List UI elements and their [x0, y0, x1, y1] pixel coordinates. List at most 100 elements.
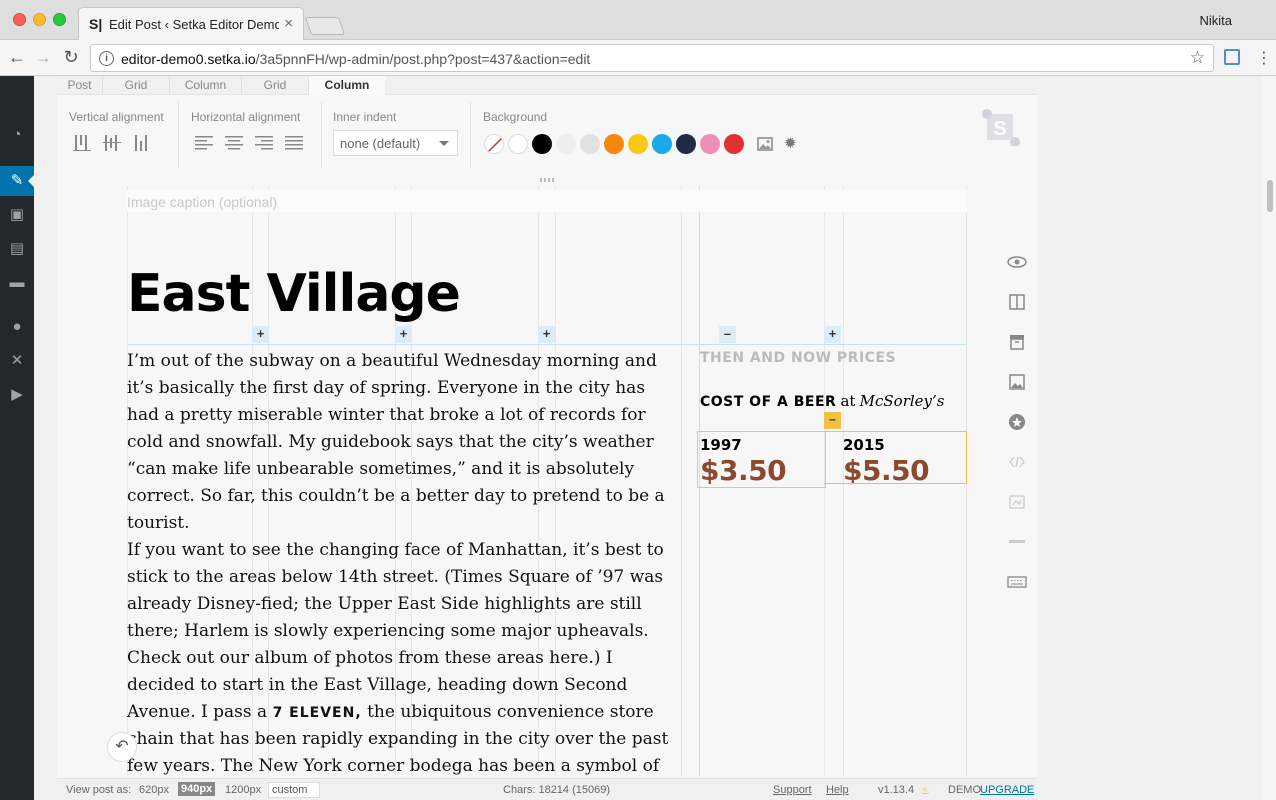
no-color-slash-icon: [487, 137, 503, 153]
align-top-icon[interactable]: [73, 134, 91, 152]
swatch-pink[interactable]: [700, 134, 720, 154]
dashboard-icon[interactable]: ◔: [0, 120, 34, 150]
extension-icon[interactable]: [1224, 49, 1240, 65]
remove-column-button[interactable]: –: [719, 326, 736, 343]
inner-indent-label: Inner indent: [333, 110, 397, 124]
swatch-orange[interactable]: [604, 134, 624, 154]
new-tab-button[interactable]: [304, 17, 346, 35]
toolbar-resize-grip-icon[interactable]: [540, 178, 554, 182]
size-620-button[interactable]: 620px: [139, 784, 169, 796]
beer-cost-label: COST OF A BEER: [700, 394, 837, 410]
swatch-navy[interactable]: [676, 134, 696, 154]
add-column-button[interactable]: +: [538, 326, 555, 343]
minimize-window-button[interactable]: [33, 13, 46, 26]
star-badge-icon[interactable]: [1005, 412, 1029, 432]
selected-column-outline: [697, 431, 826, 488]
media-icon[interactable]: ▣: [0, 200, 34, 230]
scrollbar-thumb[interactable]: [1267, 180, 1273, 212]
tab-close-icon[interactable]: ×: [284, 15, 293, 32]
page-title[interactable]: East Village: [127, 264, 461, 324]
settings-gear-icon[interactable]: ✹: [784, 134, 797, 152]
swatch-light-gray[interactable]: [556, 134, 576, 154]
swatch-black[interactable]: [532, 134, 552, 154]
url-text: editor-demo0.setka.io/3a5pnnFH/wp-admin/…: [121, 51, 590, 67]
help-link[interactable]: Help: [826, 784, 849, 796]
align-right-icon[interactable]: [255, 134, 273, 152]
archive-box-icon[interactable]: [1005, 332, 1029, 352]
wp-admin-sidebar: ◔ ✎ ▣ ▤ ▬ ● ✕ ▶: [0, 76, 34, 800]
size-1200-button[interactable]: 1200px: [225, 784, 261, 796]
align-justify-icon[interactable]: [285, 134, 303, 152]
users-icon[interactable]: ●: [0, 312, 34, 342]
browser-tab-bar: S| Edit Post ‹ Setka Editor Demo × Nikit…: [0, 0, 1276, 40]
grid-top-line: [127, 344, 967, 345]
play-icon[interactable]: ▶: [0, 380, 34, 410]
grid-guide: [681, 186, 682, 776]
divider: [470, 102, 471, 168]
svg-text:S: S: [993, 118, 1006, 140]
upgrade-link[interactable]: UPGRADE: [980, 784, 1034, 796]
setka-favicon-icon: S|: [89, 16, 103, 32]
page-scrollbar[interactable]: [1262, 76, 1276, 800]
swatch-gray[interactable]: [580, 134, 600, 154]
paragraph[interactable]: I’m out of the subway on a beautiful Wed…: [127, 348, 675, 537]
support-link[interactable]: Support: [773, 784, 812, 796]
size-940-button[interactable]: 940px: [178, 782, 216, 796]
version-label: v1.13.4: [878, 784, 915, 796]
align-bottom-icon[interactable]: [133, 134, 151, 152]
hover-column-outline: [824, 431, 967, 484]
browser-menu-icon[interactable]: ⋮: [1256, 48, 1272, 68]
swatch-yellow[interactable]: [628, 134, 648, 154]
grid-columns-icon[interactable]: [1005, 292, 1029, 312]
breadcrumb-column[interactable]: Column: [170, 76, 242, 95]
site-info-icon[interactable]: i: [99, 51, 114, 66]
vertical-alignment-label: Vertical alignment: [69, 110, 164, 124]
browser-tab[interactable]: S| Edit Post ‹ Setka Editor Demo ×: [78, 7, 304, 40]
background-image-icon[interactable]: [757, 136, 773, 152]
add-column-button[interactable]: +: [252, 326, 269, 343]
forward-arrow-icon[interactable]: →: [32, 47, 54, 68]
add-column-button[interactable]: +: [824, 326, 841, 343]
divider-line-icon[interactable]: [1005, 532, 1029, 552]
breadcrumb-column-current[interactable]: Column: [309, 76, 385, 95]
breadcrumb-grid[interactable]: Grid: [242, 76, 309, 95]
swatch-none[interactable]: [484, 134, 504, 154]
custom-size-input[interactable]: custom: [268, 782, 320, 798]
remove-column-handle[interactable]: –: [824, 412, 841, 429]
pages-icon[interactable]: ▤: [0, 234, 34, 264]
code-embed-icon[interactable]: [1005, 452, 1029, 472]
url-host: editor-demo0.setka.io: [121, 51, 256, 67]
paragraph[interactable]: If you want to see the changing face of …: [127, 537, 675, 776]
image-caption-field[interactable]: Image caption (optional): [127, 190, 967, 212]
zoom-window-button[interactable]: [53, 13, 66, 26]
inner-indent-select[interactable]: none (default): [333, 130, 458, 156]
back-arrow-icon[interactable]: ←: [6, 47, 28, 68]
posts-pin-icon[interactable]: ✎: [0, 166, 34, 196]
swatch-blue[interactable]: [652, 134, 672, 154]
reload-icon[interactable]: ↻: [60, 47, 82, 68]
setka-editor: Post Grid Column Grid Column Vertical al…: [57, 76, 1037, 800]
profile-name[interactable]: Nikita: [1199, 13, 1232, 28]
background-label: Background: [483, 110, 548, 124]
close-window-button[interactable]: [13, 13, 26, 26]
breadcrumb-grid[interactable]: Grid: [103, 76, 170, 95]
align-center-icon[interactable]: [225, 134, 243, 152]
align-middle-icon[interactable]: [103, 134, 121, 152]
keyboard-icon[interactable]: [1005, 572, 1029, 592]
address-bar-row: ← → ↻ i editor-demo0.setka.io/3a5pnnFH/w…: [0, 40, 1276, 76]
swatch-red[interactable]: [724, 134, 744, 154]
bookmark-star-icon[interactable]: ☆: [1190, 48, 1205, 68]
swatch-white[interactable]: [508, 134, 528, 154]
undo-icon[interactable]: ↶: [107, 732, 137, 762]
section-eyebrow[interactable]: THEN AND NOW PRICES: [700, 350, 967, 366]
preview-eye-icon[interactable]: [1005, 252, 1029, 272]
breadcrumb-post[interactable]: Post: [57, 76, 103, 95]
beer-cost-line[interactable]: COST OF A BEER at McSorley’s: [700, 392, 945, 410]
add-column-button[interactable]: +: [395, 326, 412, 343]
comments-icon[interactable]: ▬: [0, 268, 34, 298]
image-icon[interactable]: [1005, 372, 1029, 392]
align-left-icon[interactable]: [195, 134, 213, 152]
animation-icon[interactable]: [1005, 492, 1029, 512]
url-field[interactable]: i editor-demo0.setka.io/3a5pnnFH/wp-admi…: [90, 44, 1214, 72]
tools-wrench-icon[interactable]: ✕: [0, 346, 34, 376]
